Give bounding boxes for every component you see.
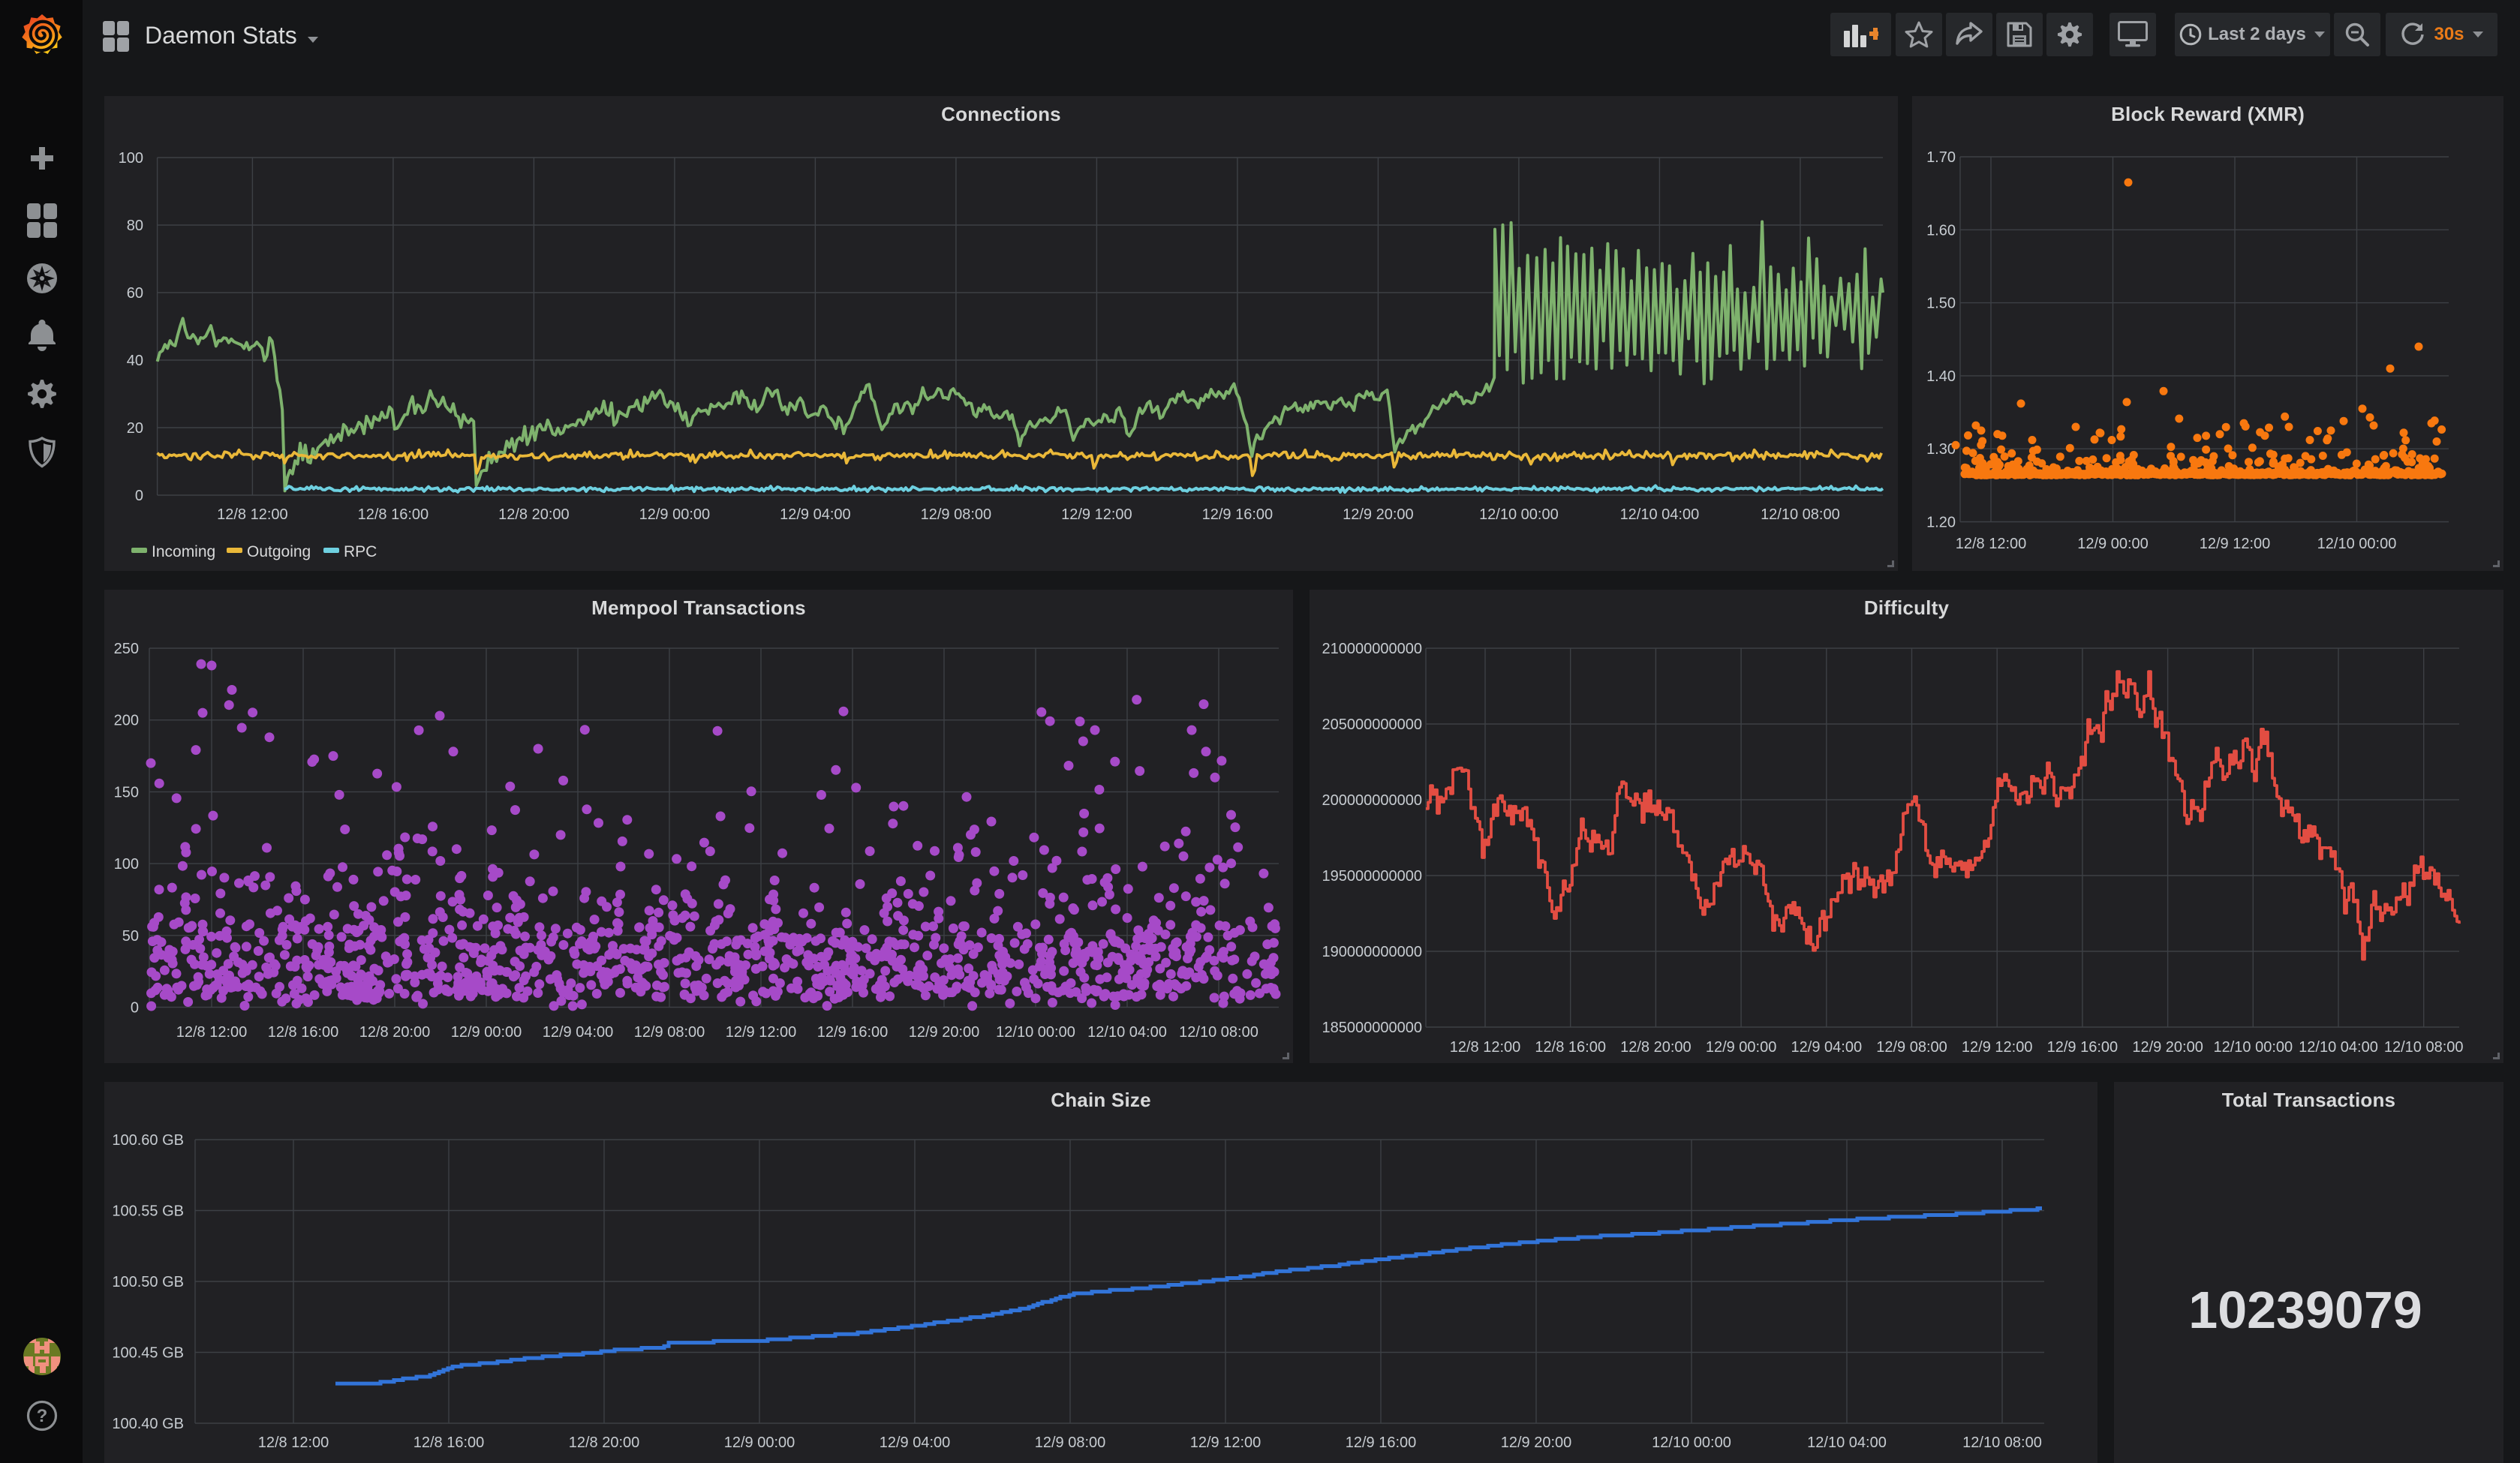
svg-text:12/9 00:00: 12/9 00:00 xyxy=(724,1434,795,1451)
svg-text:1.20: 1.20 xyxy=(1926,515,1956,531)
svg-text:Outgoing: Outgoing xyxy=(247,543,311,560)
svg-text:12/9 00:00: 12/9 00:00 xyxy=(2077,536,2149,552)
svg-text:1.40: 1.40 xyxy=(1926,368,1956,385)
svg-text:12/9 04:00: 12/9 04:00 xyxy=(543,1024,614,1041)
svg-text:12/9 16:00: 12/9 16:00 xyxy=(2047,1039,2119,1056)
svg-text:80: 80 xyxy=(127,218,143,234)
svg-text:200: 200 xyxy=(114,713,139,729)
svg-text:190000000000: 190000000000 xyxy=(1322,944,1422,960)
svg-text:12/9 16:00: 12/9 16:00 xyxy=(1346,1434,1417,1451)
svg-text:12/9 16:00: 12/9 16:00 xyxy=(817,1024,889,1041)
svg-text:12/9 20:00: 12/9 20:00 xyxy=(2132,1039,2203,1056)
svg-text:210000000000: 210000000000 xyxy=(1322,641,1422,657)
svg-text:12/10 08:00: 12/10 08:00 xyxy=(1179,1024,1258,1041)
svg-text:100.40 GB: 100.40 GB xyxy=(112,1416,184,1432)
svg-text:12/9 08:00: 12/9 08:00 xyxy=(634,1024,705,1041)
svg-text:12/9 04:00: 12/9 04:00 xyxy=(1791,1039,1863,1056)
svg-text:12/8 16:00: 12/8 16:00 xyxy=(1535,1039,1606,1056)
svg-text:200000000000: 200000000000 xyxy=(1322,792,1422,809)
svg-text:RPC: RPC xyxy=(344,543,377,560)
svg-text:20: 20 xyxy=(127,420,143,437)
svg-text:12/8 12:00: 12/8 12:00 xyxy=(217,506,288,523)
svg-text:12/8 16:00: 12/8 16:00 xyxy=(413,1434,485,1451)
svg-text:100.50 GB: 100.50 GB xyxy=(112,1274,184,1290)
svg-text:185000000000: 185000000000 xyxy=(1322,1020,1422,1036)
svg-text:250: 250 xyxy=(114,641,139,657)
svg-text:12/8 12:00: 12/8 12:00 xyxy=(1956,536,2027,552)
svg-text:12/8 20:00: 12/8 20:00 xyxy=(569,1434,640,1451)
svg-text:100: 100 xyxy=(114,856,139,873)
svg-text:12/10 00:00: 12/10 00:00 xyxy=(2213,1039,2293,1056)
svg-text:12/8 12:00: 12/8 12:00 xyxy=(1450,1039,1521,1056)
svg-text:0: 0 xyxy=(131,1000,139,1017)
svg-text:12/9 16:00: 12/9 16:00 xyxy=(1202,506,1274,523)
svg-text:1.60: 1.60 xyxy=(1926,222,1956,239)
svg-text:100.60 GB: 100.60 GB xyxy=(112,1132,184,1149)
svg-text:12/9 08:00: 12/9 08:00 xyxy=(1876,1039,1947,1056)
svg-text:12/9 04:00: 12/9 04:00 xyxy=(780,506,851,523)
svg-text:40: 40 xyxy=(127,353,143,369)
svg-text:205000000000: 205000000000 xyxy=(1322,716,1422,733)
svg-text:100: 100 xyxy=(119,150,143,167)
svg-text:12/8 12:00: 12/8 12:00 xyxy=(176,1024,248,1041)
svg-text:12/9 00:00: 12/9 00:00 xyxy=(639,506,711,523)
svg-text:12/8 16:00: 12/8 16:00 xyxy=(268,1024,339,1041)
svg-text:1.70: 1.70 xyxy=(1926,149,1956,166)
svg-text:12/10 04:00: 12/10 04:00 xyxy=(1620,506,1700,523)
svg-text:12/9 12:00: 12/9 12:00 xyxy=(1962,1039,2033,1056)
svg-text:12/9 00:00: 12/9 00:00 xyxy=(451,1024,522,1041)
svg-text:12/9 12:00: 12/9 12:00 xyxy=(1190,1434,1262,1451)
svg-text:12/9 08:00: 12/9 08:00 xyxy=(921,506,992,523)
svg-text:1.50: 1.50 xyxy=(1926,296,1956,312)
svg-text:12/10 04:00: 12/10 04:00 xyxy=(1087,1024,1167,1041)
svg-text:?: ? xyxy=(37,1406,48,1426)
svg-text:12/10 00:00: 12/10 00:00 xyxy=(2317,536,2397,552)
svg-text:50: 50 xyxy=(122,928,139,945)
svg-text:12/8 20:00: 12/8 20:00 xyxy=(1620,1039,1692,1056)
svg-text:12/10 04:00: 12/10 04:00 xyxy=(2299,1039,2378,1056)
svg-text:12/10 00:00: 12/10 00:00 xyxy=(1652,1434,1731,1451)
svg-text:Incoming: Incoming xyxy=(152,543,215,560)
svg-text:12/9 20:00: 12/9 20:00 xyxy=(909,1024,980,1041)
svg-text:12/9 20:00: 12/9 20:00 xyxy=(1501,1434,1572,1451)
svg-text:12/9 12:00: 12/9 12:00 xyxy=(1061,506,1132,523)
svg-text:100.55 GB: 100.55 GB xyxy=(112,1203,184,1220)
svg-text:12/10 08:00: 12/10 08:00 xyxy=(1761,506,1840,523)
svg-text:12/9 08:00: 12/9 08:00 xyxy=(1035,1434,1106,1451)
svg-text:195000000000: 195000000000 xyxy=(1322,868,1422,885)
svg-text:12/9 00:00: 12/9 00:00 xyxy=(1706,1039,1777,1056)
svg-text:12/10 00:00: 12/10 00:00 xyxy=(1479,506,1559,523)
svg-text:12/10 08:00: 12/10 08:00 xyxy=(1962,1434,2042,1451)
svg-text:12/10 00:00: 12/10 00:00 xyxy=(996,1024,1075,1041)
svg-text:100.45 GB: 100.45 GB xyxy=(112,1345,184,1362)
svg-text:12/9 12:00: 12/9 12:00 xyxy=(726,1024,797,1041)
svg-text:12/10 08:00: 12/10 08:00 xyxy=(2384,1039,2464,1056)
svg-text:12/8 12:00: 12/8 12:00 xyxy=(258,1434,329,1451)
svg-text:12/10 04:00: 12/10 04:00 xyxy=(1807,1434,1887,1451)
svg-text:12/8 16:00: 12/8 16:00 xyxy=(358,506,429,523)
svg-text:1.30: 1.30 xyxy=(1926,441,1956,458)
svg-text:60: 60 xyxy=(127,285,143,302)
svg-text:12/9 20:00: 12/9 20:00 xyxy=(1343,506,1414,523)
svg-text:0: 0 xyxy=(135,488,143,504)
svg-text:12/9 12:00: 12/9 12:00 xyxy=(2200,536,2271,552)
svg-text:12/9 04:00: 12/9 04:00 xyxy=(880,1434,951,1451)
svg-text:12/8 20:00: 12/8 20:00 xyxy=(498,506,570,523)
svg-text:12/8 20:00: 12/8 20:00 xyxy=(359,1024,431,1041)
svg-text:150: 150 xyxy=(114,784,139,801)
